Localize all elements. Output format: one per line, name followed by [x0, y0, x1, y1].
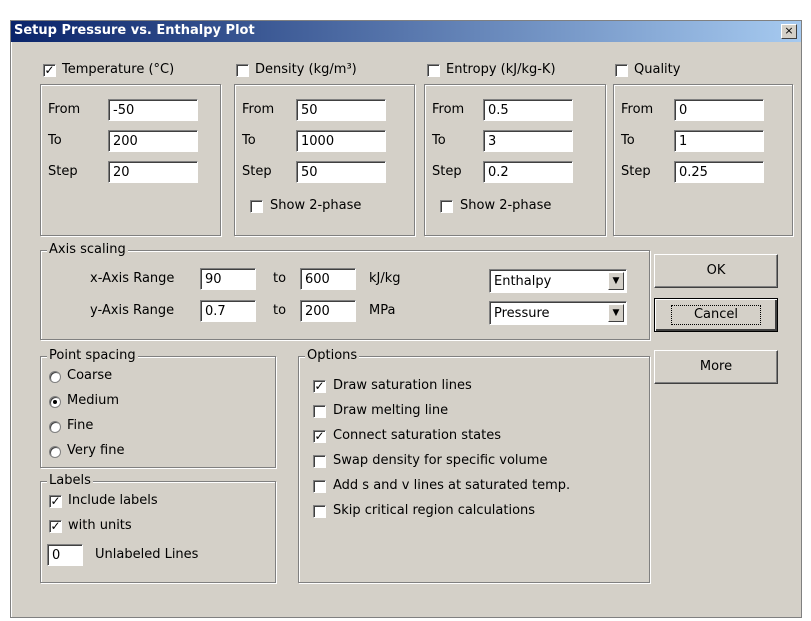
include-labels-checkbox[interactable]: ✓: [49, 495, 62, 508]
entropy-to-label: To: [432, 133, 446, 148]
y-axis-quantity-select[interactable]: Pressure ▼: [489, 301, 627, 325]
more-button[interactable]: More: [654, 350, 778, 384]
x-axis-range-label: x-Axis Range: [90, 271, 175, 286]
cancel-button[interactable]: Cancel: [654, 298, 778, 332]
temperature-from-input[interactable]: -50: [108, 99, 198, 121]
quality-step-label: Step: [621, 164, 651, 179]
density-label: Density (kg/m³): [255, 62, 357, 77]
draw-melting-checkbox[interactable]: [313, 405, 326, 418]
temperature-from-label: From: [48, 102, 81, 117]
include-labels-label: Include labels: [68, 493, 158, 508]
with-units-checkbox[interactable]: ✓: [49, 520, 62, 533]
add-s-v-lines-checkbox[interactable]: [313, 480, 326, 493]
chevron-down-icon[interactable]: ▼: [608, 272, 624, 290]
very-fine-radio[interactable]: [49, 446, 61, 458]
entropy-step-input[interactable]: 0.2: [483, 161, 573, 183]
y-axis-to-word: to: [273, 303, 287, 318]
density-to-label: To: [242, 133, 256, 148]
x-axis-select-value: Enthalpy: [494, 274, 552, 289]
quality-step-input[interactable]: 0.25: [674, 161, 764, 183]
temperature-checkbox[interactable]: ✓: [43, 64, 56, 77]
entropy-from-input[interactable]: 0.5: [483, 99, 573, 121]
density-to-input[interactable]: 1000: [296, 130, 386, 152]
skip-critical-label: Skip critical region calculations: [333, 503, 536, 518]
unlabeled-lines-label: Unlabeled Lines: [95, 547, 199, 562]
add-s-v-lines-label: Add s and v lines at saturated temp.: [333, 478, 571, 493]
with-units-label: with units: [68, 518, 132, 533]
temperature-to-label: To: [48, 133, 62, 148]
draw-melting-label: Draw melting line: [333, 403, 449, 418]
swap-density-checkbox[interactable]: [313, 455, 326, 468]
skip-critical-checkbox[interactable]: [313, 505, 326, 518]
quality-label: Quality: [634, 62, 681, 77]
x-axis-to-input[interactable]: 600: [300, 268, 356, 290]
draw-saturation-label: Draw saturation lines: [333, 378, 472, 393]
temperature-step-input[interactable]: 20: [108, 161, 198, 183]
quality-from-input[interactable]: 0: [674, 99, 764, 121]
density-show-2phase-checkbox[interactable]: [250, 200, 263, 213]
dialog-title: Setup Pressure vs. Enthalpy Plot: [14, 23, 255, 38]
unlabeled-lines-input[interactable]: 0: [47, 544, 83, 566]
density-show-2phase-label: Show 2-phase: [270, 198, 362, 213]
options-group: Options ✓ Draw saturation lines Draw mel…: [298, 348, 650, 583]
quality-to-label: To: [621, 133, 635, 148]
options-title: Options: [305, 348, 360, 363]
swap-density-label: Swap density for specific volume: [333, 453, 548, 468]
y-axis-unit: MPa: [369, 303, 396, 318]
y-axis-range-label: y-Axis Range: [90, 303, 175, 318]
close-icon[interactable]: ×: [781, 24, 797, 39]
quality-to-input[interactable]: 1: [674, 130, 764, 152]
y-axis-from-input[interactable]: 0.7: [200, 300, 256, 322]
axis-scaling-title: Axis scaling: [47, 242, 128, 257]
ok-button[interactable]: OK: [654, 254, 778, 288]
draw-saturation-checkbox[interactable]: ✓: [313, 380, 326, 393]
x-axis-quantity-select[interactable]: Enthalpy ▼: [489, 269, 627, 293]
title-bar: Setup Pressure vs. Enthalpy Plot ×: [11, 21, 801, 42]
chevron-down-icon[interactable]: ▼: [608, 304, 624, 322]
quality-panel: From 0 To 1 Step 0.25: [613, 84, 793, 236]
connect-saturation-label: Connect saturation states: [333, 428, 502, 443]
x-axis-from-input[interactable]: 90: [200, 268, 256, 290]
density-checkbox[interactable]: [236, 64, 249, 77]
temperature-to-input[interactable]: 200: [108, 130, 198, 152]
temperature-step-label: Step: [48, 164, 78, 179]
fine-label: Fine: [67, 418, 94, 433]
entropy-show-2phase-checkbox[interactable]: [440, 200, 453, 213]
medium-label: Medium: [67, 393, 119, 408]
connect-saturation-checkbox[interactable]: ✓: [313, 430, 326, 443]
quality-from-label: From: [621, 102, 654, 117]
setup-plot-dialog: Setup Pressure vs. Enthalpy Plot × ✓ Tem…: [10, 20, 802, 618]
labels-group: Labels ✓ Include labels ✓ with units 0 U…: [40, 473, 276, 583]
x-axis-unit: kJ/kg: [369, 271, 401, 286]
entropy-step-label: Step: [432, 164, 462, 179]
density-step-input[interactable]: 50: [296, 161, 386, 183]
point-spacing-group: Point spacing Coarse Medium Fine Very fi…: [40, 348, 276, 468]
coarse-label: Coarse: [67, 368, 113, 383]
y-axis-select-value: Pressure: [494, 306, 550, 321]
quality-checkbox[interactable]: [615, 64, 628, 77]
entropy-from-label: From: [432, 102, 465, 117]
density-panel: From 50 To 1000 Step 50 Show 2-phase: [234, 84, 415, 236]
medium-radio[interactable]: [49, 396, 61, 408]
entropy-show-2phase-label: Show 2-phase: [460, 198, 552, 213]
density-from-label: From: [242, 102, 275, 117]
y-axis-to-input[interactable]: 200: [300, 300, 356, 322]
very-fine-label: Very fine: [67, 443, 125, 458]
entropy-to-input[interactable]: 3: [483, 130, 573, 152]
temperature-label: Temperature (°C): [62, 62, 175, 77]
temperature-panel: From -50 To 200 Step 20: [40, 84, 221, 236]
fine-radio[interactable]: [49, 421, 61, 433]
point-spacing-title: Point spacing: [47, 348, 138, 363]
labels-title: Labels: [47, 473, 93, 488]
x-axis-to-word: to: [273, 271, 287, 286]
entropy-label: Entropy (kJ/kg-K): [446, 62, 556, 77]
density-step-label: Step: [242, 164, 272, 179]
coarse-radio[interactable]: [49, 371, 61, 383]
density-from-input[interactable]: 50: [296, 99, 386, 121]
entropy-checkbox[interactable]: [427, 64, 440, 77]
entropy-panel: From 0.5 To 3 Step 0.2 Show 2-phase: [424, 84, 606, 236]
axis-scaling-group: Axis scaling x-Axis Range 90 to 600 kJ/k…: [40, 242, 650, 340]
